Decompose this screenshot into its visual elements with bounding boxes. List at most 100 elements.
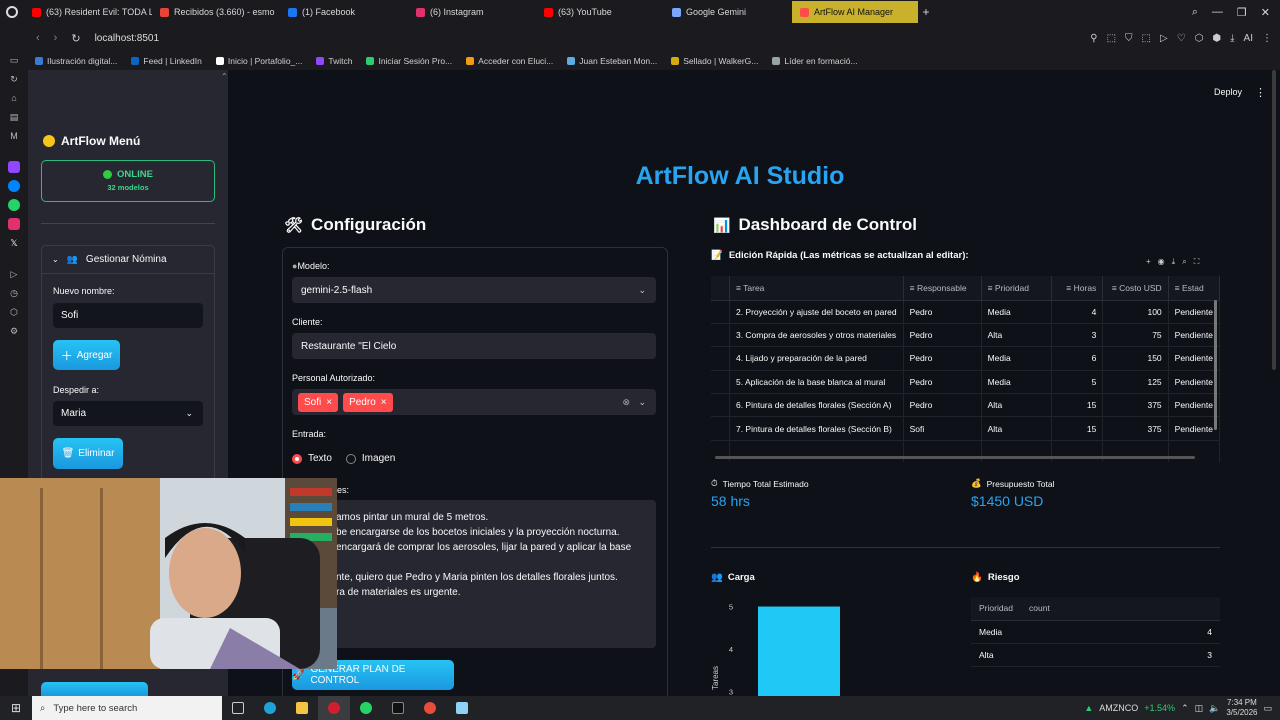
reload-icon[interactable]: ↻	[71, 32, 80, 45]
column-header[interactable]: ≡ Tarea	[729, 276, 904, 301]
table-hscrollbar[interactable]	[715, 456, 1195, 459]
settings-icon[interactable]: ⚙	[8, 325, 20, 337]
browser-logo-icon[interactable]	[0, 0, 24, 24]
table-cell[interactable]: 75	[1102, 323, 1169, 348]
table-cell[interactable]: 375	[1102, 416, 1169, 441]
search-icon[interactable]: ⌕	[1182, 257, 1186, 267]
table-cell[interactable]: 125	[1102, 370, 1169, 395]
table-cell[interactable]: Media	[981, 300, 1052, 324]
bookmark-item[interactable]: Iniciar Sesión Pro...	[359, 56, 459, 66]
table-cell[interactable]: Pedro	[903, 323, 982, 348]
bookmark-item[interactable]: Ilustración digital...	[28, 56, 124, 66]
close-icon[interactable]: ✕	[1261, 6, 1270, 19]
clear-icon[interactable]: ⊗	[622, 397, 630, 408]
windows-start-icon[interactable]: ⊞	[0, 701, 32, 715]
staff-tag[interactable]: Sofi ×	[298, 392, 339, 412]
column-header[interactable]: ≡ Estad	[1168, 276, 1220, 301]
new-tab-button[interactable]: +	[918, 5, 934, 19]
menu-icon[interactable]: ⋮	[1262, 33, 1272, 44]
heart-icon[interactable]: ♡	[1177, 33, 1186, 44]
extensions-icon[interactable]: ⬡	[1195, 33, 1204, 44]
table-cell[interactable]: Pedro	[903, 370, 982, 395]
table-row[interactable]: 4. Lijado y preparación de la pared Pedro…	[711, 346, 1220, 371]
table-cell[interactable]: Media	[981, 346, 1052, 371]
forward-icon[interactable]: ›	[54, 32, 58, 45]
minimize-icon[interactable]: —	[1212, 6, 1223, 19]
remove-tag-icon[interactable]: ×	[381, 397, 387, 408]
twitch-icon[interactable]	[8, 161, 20, 173]
bookmark-icon[interactable]: ⬚	[1142, 33, 1151, 44]
back-icon[interactable]: ‹	[36, 32, 40, 45]
url-text[interactable]: localhost:8501	[95, 33, 160, 44]
cube-icon[interactable]: ⬢	[1212, 33, 1221, 44]
column-header[interactable]: ≡ Costo USD	[1102, 276, 1169, 301]
shield-icon[interactable]: ⛉	[1125, 33, 1133, 44]
table-cell[interactable]: 5	[1051, 370, 1104, 395]
main-scrollbar[interactable]	[1272, 70, 1276, 370]
recorder-icon[interactable]	[414, 696, 446, 720]
download-icon[interactable]: ⤓	[1230, 33, 1234, 44]
staff-tag[interactable]: Pedro ×	[343, 392, 393, 412]
table-cell[interactable]: Pendiente	[1168, 370, 1220, 395]
file-explorer-icon[interactable]	[286, 696, 318, 720]
deploy-button[interactable]: Deploy	[1214, 87, 1242, 97]
x-icon[interactable]: 𝕏	[8, 237, 20, 249]
network-icon[interactable]: ◫	[1195, 703, 1204, 714]
bookmark-item[interactable]: Twitch	[309, 56, 359, 66]
fullscreen-icon[interactable]: ⛶	[1194, 257, 1200, 267]
add-button[interactable]: ＋ Agregar	[53, 340, 120, 370]
tray-chevron-icon[interactable]: ⌃	[1181, 703, 1189, 714]
table-cell[interactable]: Pendiente	[1168, 346, 1220, 371]
taskbar-search[interactable]: ⌕ Type here to search	[32, 696, 222, 720]
screenshot-icon[interactable]: ⬚	[1107, 33, 1116, 44]
history-icon[interactable]: ↻	[8, 73, 20, 85]
terminal-icon[interactable]	[382, 696, 414, 720]
table-vscrollbar[interactable]	[1214, 300, 1217, 430]
delete-button[interactable]: 🗑 Eliminar	[53, 438, 123, 469]
browser-tab[interactable]: Recibidos (3.660) - esmo	[152, 1, 280, 23]
sidebar-collapse-icon[interactable]: ⌃	[221, 72, 228, 81]
player-icon[interactable]: ▷	[1160, 33, 1168, 44]
stock-name[interactable]: AMZNCO	[1099, 703, 1138, 713]
column-header[interactable]: ≡ Prioridad	[981, 276, 1052, 301]
table-cell[interactable]: Pendiente	[1168, 323, 1220, 348]
browser-tab[interactable]: ArtFlow AI Manager	[792, 1, 918, 23]
play-icon[interactable]: ▷	[8, 268, 20, 280]
bag-icon[interactable]: ⌂	[8, 92, 20, 104]
expander-header[interactable]: ⌄ 👥 Gestionar Nómina	[42, 246, 214, 274]
bookmark-item[interactable]: Feed | LinkedIn	[124, 56, 208, 66]
staff-multiselect[interactable]: Sofi × Pedro × ⊗ ⌄	[292, 389, 656, 415]
column-header[interactable]: ≡ Horas	[1051, 276, 1104, 301]
bookmark-item[interactable]: Juan Esteban Mon...	[560, 56, 664, 66]
table-cell[interactable]: 100	[1102, 300, 1169, 324]
opera-icon[interactable]	[318, 696, 350, 720]
notes-textarea[interactable]: amos pintar un mural de 5 metros. be enca…	[292, 500, 656, 648]
browser-tab[interactable]: (63) YouTube	[536, 1, 664, 23]
table-cell[interactable]: 3. Compra de aerosoles y otros materiale…	[729, 323, 904, 348]
table-cell[interactable]: Pendiente	[1168, 416, 1220, 441]
table-cell[interactable]: Pedro	[903, 393, 982, 418]
table-cell[interactable]: Alta	[981, 323, 1052, 348]
task-view-icon[interactable]	[222, 696, 254, 720]
table-row[interactable]: 2. Proyección y ajuste del boceto en par…	[711, 300, 1220, 324]
tasks-table[interactable]: ≡ Tarea ≡ Responsable ≡ Prioridad ≡ Horas ≡ …	[711, 276, 1220, 462]
risk-table[interactable]: Prioridad count Media 4 Alta 3	[971, 597, 1220, 667]
risk-column-header[interactable]: Prioridad	[971, 597, 1022, 621]
table-cell[interactable]: Alta	[981, 416, 1052, 441]
download-icon[interactable]: ⤓	[1172, 257, 1176, 267]
table-row[interactable]: 3. Compra de aerosoles y otros materiale…	[711, 323, 1220, 348]
add-row-icon[interactable]: +	[1146, 257, 1151, 267]
chart-bar[interactable]	[758, 606, 840, 696]
browser-tab[interactable]: (6) Instagram	[408, 1, 536, 23]
bookmark-item[interactable]: Acceder con Eluci...	[459, 56, 560, 66]
table-cell[interactable]: 15	[1051, 393, 1104, 418]
browser-tab[interactable]: (1) Facebook	[280, 1, 408, 23]
table-cell[interactable]: Pendiente	[1168, 300, 1220, 324]
sidebar-button-partial[interactable]	[41, 682, 148, 696]
column-header[interactable]: ≡ Responsable	[903, 276, 982, 301]
table-cell[interactable]: 4. Lijado y preparación de la pared	[729, 346, 904, 371]
mail-icon[interactable]: M	[8, 130, 20, 142]
bookmark-item[interactable]: Inicio | Portafolio_...	[209, 56, 310, 66]
client-input[interactable]: Restaurante "El Cielo	[292, 333, 656, 359]
table-cell[interactable]: 5. Aplicación de la base blanca al mural	[729, 370, 904, 395]
